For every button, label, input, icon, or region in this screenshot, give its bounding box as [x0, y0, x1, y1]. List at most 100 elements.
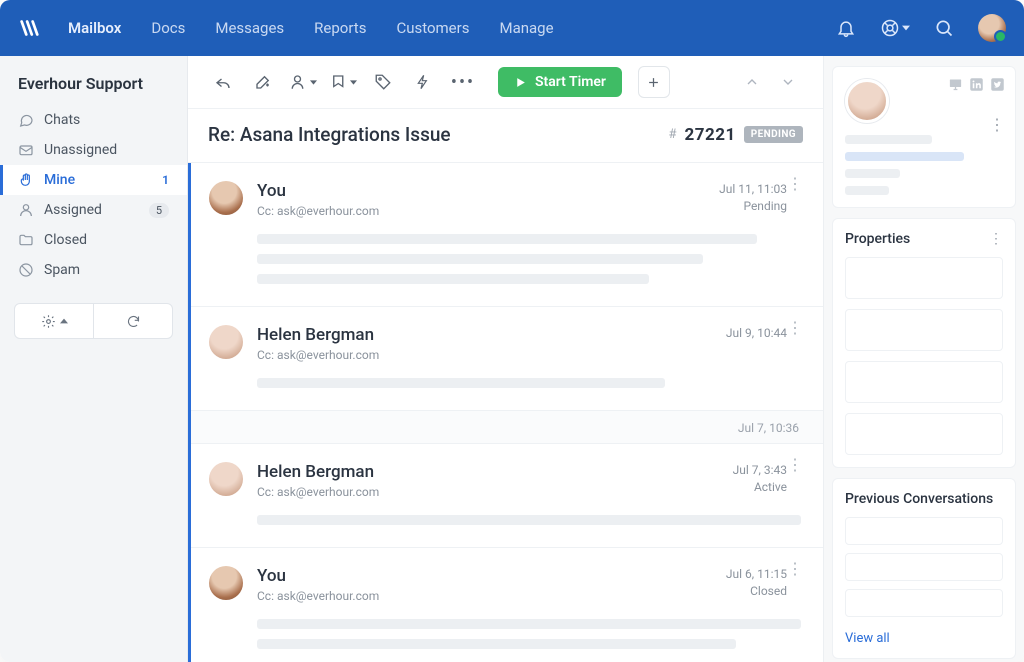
contact-avatar[interactable] [845, 79, 889, 123]
placeholder-line [845, 152, 964, 161]
start-timer-label: Start Timer [535, 74, 606, 90]
conversation-subject: Re: Asana Integrations Issue [208, 123, 451, 146]
help-icon[interactable] [880, 18, 910, 38]
note-button[interactable] [248, 67, 278, 97]
monitor-icon[interactable] [948, 77, 963, 92]
placeholder-line [845, 135, 932, 144]
bell-icon[interactable] [836, 18, 856, 38]
message-status: Active [733, 479, 787, 496]
placeholder-line [845, 186, 889, 195]
sidebar-item-closed[interactable]: Closed [0, 225, 187, 255]
properties-card: Properties ⋮ [832, 218, 1016, 468]
status-button[interactable] [328, 67, 358, 97]
start-timer-button[interactable]: Start Timer [498, 67, 622, 97]
nav-customers[interactable]: Customers [396, 19, 469, 37]
message-status: Closed [726, 583, 787, 600]
reply-button[interactable] [208, 67, 238, 97]
sidebar-item-assigned[interactable]: Assigned 5 [0, 195, 187, 225]
settings-button[interactable] [15, 304, 94, 338]
prev-conversation-item[interactable] [845, 589, 1003, 617]
placeholder-line [257, 274, 649, 284]
sidebar-count: 1 [162, 173, 169, 187]
play-icon [514, 76, 527, 89]
property-slot[interactable] [845, 309, 1003, 351]
view-all-link[interactable]: View all [845, 631, 1003, 646]
nav-messages[interactable]: Messages [215, 19, 284, 37]
message[interactable]: You Cc: ask@everhour.com ⋮ Jul 11, 11:03… [191, 163, 823, 307]
property-slot[interactable] [845, 413, 1003, 455]
nav-mailbox[interactable]: Mailbox [68, 19, 121, 37]
conversation-hash: # [668, 127, 676, 142]
app-logo[interactable] [18, 17, 40, 39]
message-date: Jul 7, 3:43 [733, 462, 787, 479]
chat-icon [18, 112, 34, 128]
tag-button[interactable] [368, 67, 398, 97]
message-date: Jul 11, 11:03 [719, 181, 787, 198]
more-button[interactable]: ••• [448, 67, 478, 97]
sidebar-item-label: Chats [44, 112, 80, 128]
message[interactable]: You Cc: ask@everhour.com ⋮ Jul 6, 11:15 … [191, 548, 823, 662]
sender-avatar[interactable] [209, 325, 243, 359]
timestamp-divider: Jul 7, 10:36 [191, 411, 823, 444]
add-time-button[interactable] [638, 66, 670, 98]
placeholder-line [257, 515, 801, 525]
message-more-icon[interactable]: ⋮ [787, 460, 803, 470]
contact-card: ⋮ [832, 66, 1016, 208]
message-more-icon[interactable]: ⋮ [787, 564, 803, 574]
prev-conversation-item[interactable] [845, 517, 1003, 545]
placeholder-line [845, 169, 900, 178]
nav-docs[interactable]: Docs [151, 19, 185, 37]
property-slot[interactable] [845, 257, 1003, 299]
hand-icon [18, 172, 34, 188]
sidebar-item-mine[interactable]: Mine 1 [0, 165, 187, 195]
sidebar-item-label: Unassigned [44, 142, 117, 158]
sidebar-item-label: Closed [44, 232, 87, 248]
assign-button[interactable] [288, 67, 318, 97]
sidebar-item-label: Mine [44, 172, 75, 188]
conversation-status: PENDING [744, 126, 803, 143]
previous-conversations-title: Previous Conversations [845, 491, 993, 507]
refresh-icon [126, 314, 141, 329]
sidebar-item-spam[interactable]: Spam [0, 255, 187, 285]
conversation-number: 27221 [684, 125, 735, 145]
sender-avatar[interactable] [209, 181, 243, 215]
ban-icon [18, 262, 34, 278]
chevron-up-icon [60, 318, 68, 324]
sender-name: You [257, 566, 712, 586]
user-avatar[interactable] [978, 14, 1006, 42]
message[interactable]: Helen Bergman Cc: ask@everhour.com ⋮ Jul… [191, 444, 823, 548]
cc-line: Cc: ask@everhour.com [257, 348, 712, 362]
sidebar-item-label: Spam [44, 262, 80, 278]
linkedin-icon[interactable] [969, 77, 984, 92]
prev-conversation-button[interactable] [737, 67, 767, 97]
nav-reports[interactable]: Reports [314, 19, 366, 37]
refresh-button[interactable] [94, 304, 172, 338]
sender-avatar[interactable] [209, 462, 243, 496]
sender-name: Helen Bergman [257, 325, 712, 345]
sender-avatar[interactable] [209, 566, 243, 600]
properties-more-icon[interactable]: ⋮ [989, 231, 1003, 247]
message-date: Jul 9, 10:44 [726, 325, 787, 342]
twitter-icon[interactable] [990, 77, 1005, 92]
message-more-icon[interactable]: ⋮ [787, 179, 803, 189]
message-more-icon[interactable]: ⋮ [787, 323, 803, 333]
workflow-button[interactable] [408, 67, 438, 97]
placeholder-line [257, 639, 736, 649]
placeholder-line [257, 254, 703, 264]
search-icon[interactable] [934, 18, 954, 38]
next-conversation-button[interactable] [773, 67, 803, 97]
sidebar-item-chats[interactable]: Chats [0, 105, 187, 135]
sender-name: Helen Bergman [257, 462, 719, 482]
property-slot[interactable] [845, 361, 1003, 403]
sidebar-item-unassigned[interactable]: Unassigned [0, 135, 187, 165]
properties-title: Properties [845, 231, 910, 247]
contact-more-icon[interactable]: ⋮ [989, 115, 1005, 134]
cc-line: Cc: ask@everhour.com [257, 485, 719, 499]
previous-conversations-card: Previous Conversations View all [832, 478, 1016, 659]
sender-name: You [257, 181, 705, 201]
placeholder-line [257, 619, 801, 629]
sidebar-badge: 5 [149, 203, 169, 218]
nav-manage[interactable]: Manage [499, 19, 553, 37]
message[interactable]: Helen Bergman Cc: ask@everhour.com ⋮ Jul… [191, 307, 823, 411]
prev-conversation-item[interactable] [845, 553, 1003, 581]
